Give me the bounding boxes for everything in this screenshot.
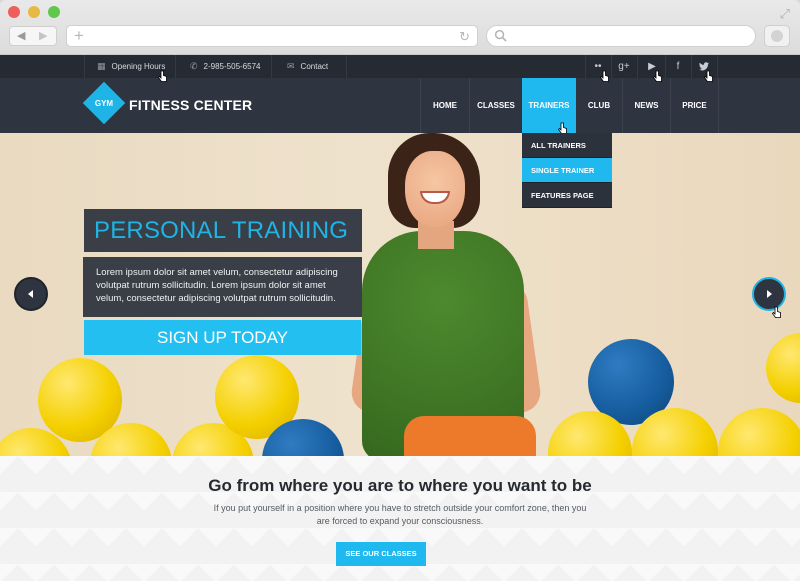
face [405, 151, 465, 227]
envelope-icon: ✉ [287, 61, 295, 71]
browser-menu-button[interactable] [764, 25, 790, 47]
menu-item-single-trainer[interactable]: SINGLE TRAINER [522, 158, 612, 183]
opening-hours-link[interactable]: ▦ Opening Hours [97, 55, 165, 78]
menu-item-features-page[interactable]: FEATURES PAGE [522, 183, 612, 208]
calendar-icon: ▦ [97, 61, 106, 71]
divider [175, 55, 176, 78]
trainers-dropdown-menu: ALL TRAINERS SINGLE TRAINER FEATURES PAG… [522, 133, 612, 208]
back-icon[interactable]: ◀ [17, 29, 25, 42]
hand-cursor-icon [772, 306, 781, 318]
minimize-window-button[interactable] [28, 6, 40, 18]
orange-pants [404, 416, 536, 456]
hand-cursor-icon [704, 70, 713, 82]
yellow-ball [718, 408, 800, 456]
contact-link[interactable]: ✉ Contact [287, 55, 328, 78]
hand-cursor-icon [653, 70, 662, 82]
browser-chrome: ⤢ ◀ ▶ + ↻ [0, 0, 800, 55]
slider-prev-button[interactable] [14, 277, 48, 311]
phone-icon: ✆ [190, 61, 198, 71]
see-our-classes-button[interactable]: SEE OUR CLASSES [336, 542, 426, 566]
nav-home[interactable]: HOME [421, 78, 469, 133]
chevron-left-icon [28, 290, 33, 298]
logo-badge: GYM [94, 99, 114, 108]
nav-club[interactable]: CLUB [576, 78, 622, 133]
chevron-right-icon [767, 290, 772, 298]
maximize-window-button[interactable] [48, 6, 60, 18]
brand-name: FITNESS CENTER [129, 97, 253, 113]
hero-description: Lorem ipsum dolor sit amet velum, consec… [83, 257, 362, 317]
reload-icon[interactable]: ↻ [459, 29, 470, 45]
address-bar[interactable]: + ↻ [66, 25, 478, 47]
divider [717, 55, 718, 78]
divider [637, 55, 638, 78]
fullscreen-icon[interactable]: ⤢ [780, 6, 790, 22]
sign-up-button[interactable]: SIGN UP TODAY [84, 320, 361, 355]
intro-section: Go from where you are to where you want … [0, 456, 800, 581]
menu-item-all-trainers[interactable]: ALL TRAINERS [522, 133, 612, 158]
new-tab-icon[interactable]: + [74, 26, 84, 46]
divider [346, 55, 347, 78]
divider [718, 78, 719, 133]
section-subtext: If you put yourself in a position where … [213, 503, 587, 526]
history-nav: ◀ ▶ [9, 26, 57, 46]
site-header: GYM FITNESS CENTER HOME CLASSES TRAINERS… [0, 78, 800, 133]
browser-search-input[interactable] [486, 25, 756, 47]
section-headline: Go from where you are to where you want … [208, 476, 592, 495]
forward-icon[interactable]: ▶ [39, 29, 47, 42]
facebook-icon[interactable]: f [665, 55, 691, 78]
search-icon [494, 29, 507, 42]
divider [84, 55, 85, 78]
nav-classes[interactable]: CLASSES [470, 78, 522, 133]
yellow-ball [766, 333, 800, 403]
phone-link[interactable]: ✆ 2-985-505-6574 [190, 55, 260, 78]
hand-cursor-icon [158, 70, 167, 82]
phone-number: 2-985-505-6574 [203, 62, 261, 71]
top-info-bar: ▦ Opening Hours ✆ 2-985-505-6574 ✉ Conta… [0, 55, 800, 78]
google-plus-icon[interactable]: g+ [611, 55, 637, 78]
nav-price[interactable]: PRICE [671, 78, 718, 133]
close-window-button[interactable] [8, 6, 20, 18]
hero-title: PERSONAL TRAINING [84, 209, 362, 252]
divider [271, 55, 272, 78]
contact-label: Contact [300, 62, 329, 71]
nav-news[interactable]: NEWS [623, 78, 670, 133]
hand-cursor-icon [600, 70, 609, 82]
